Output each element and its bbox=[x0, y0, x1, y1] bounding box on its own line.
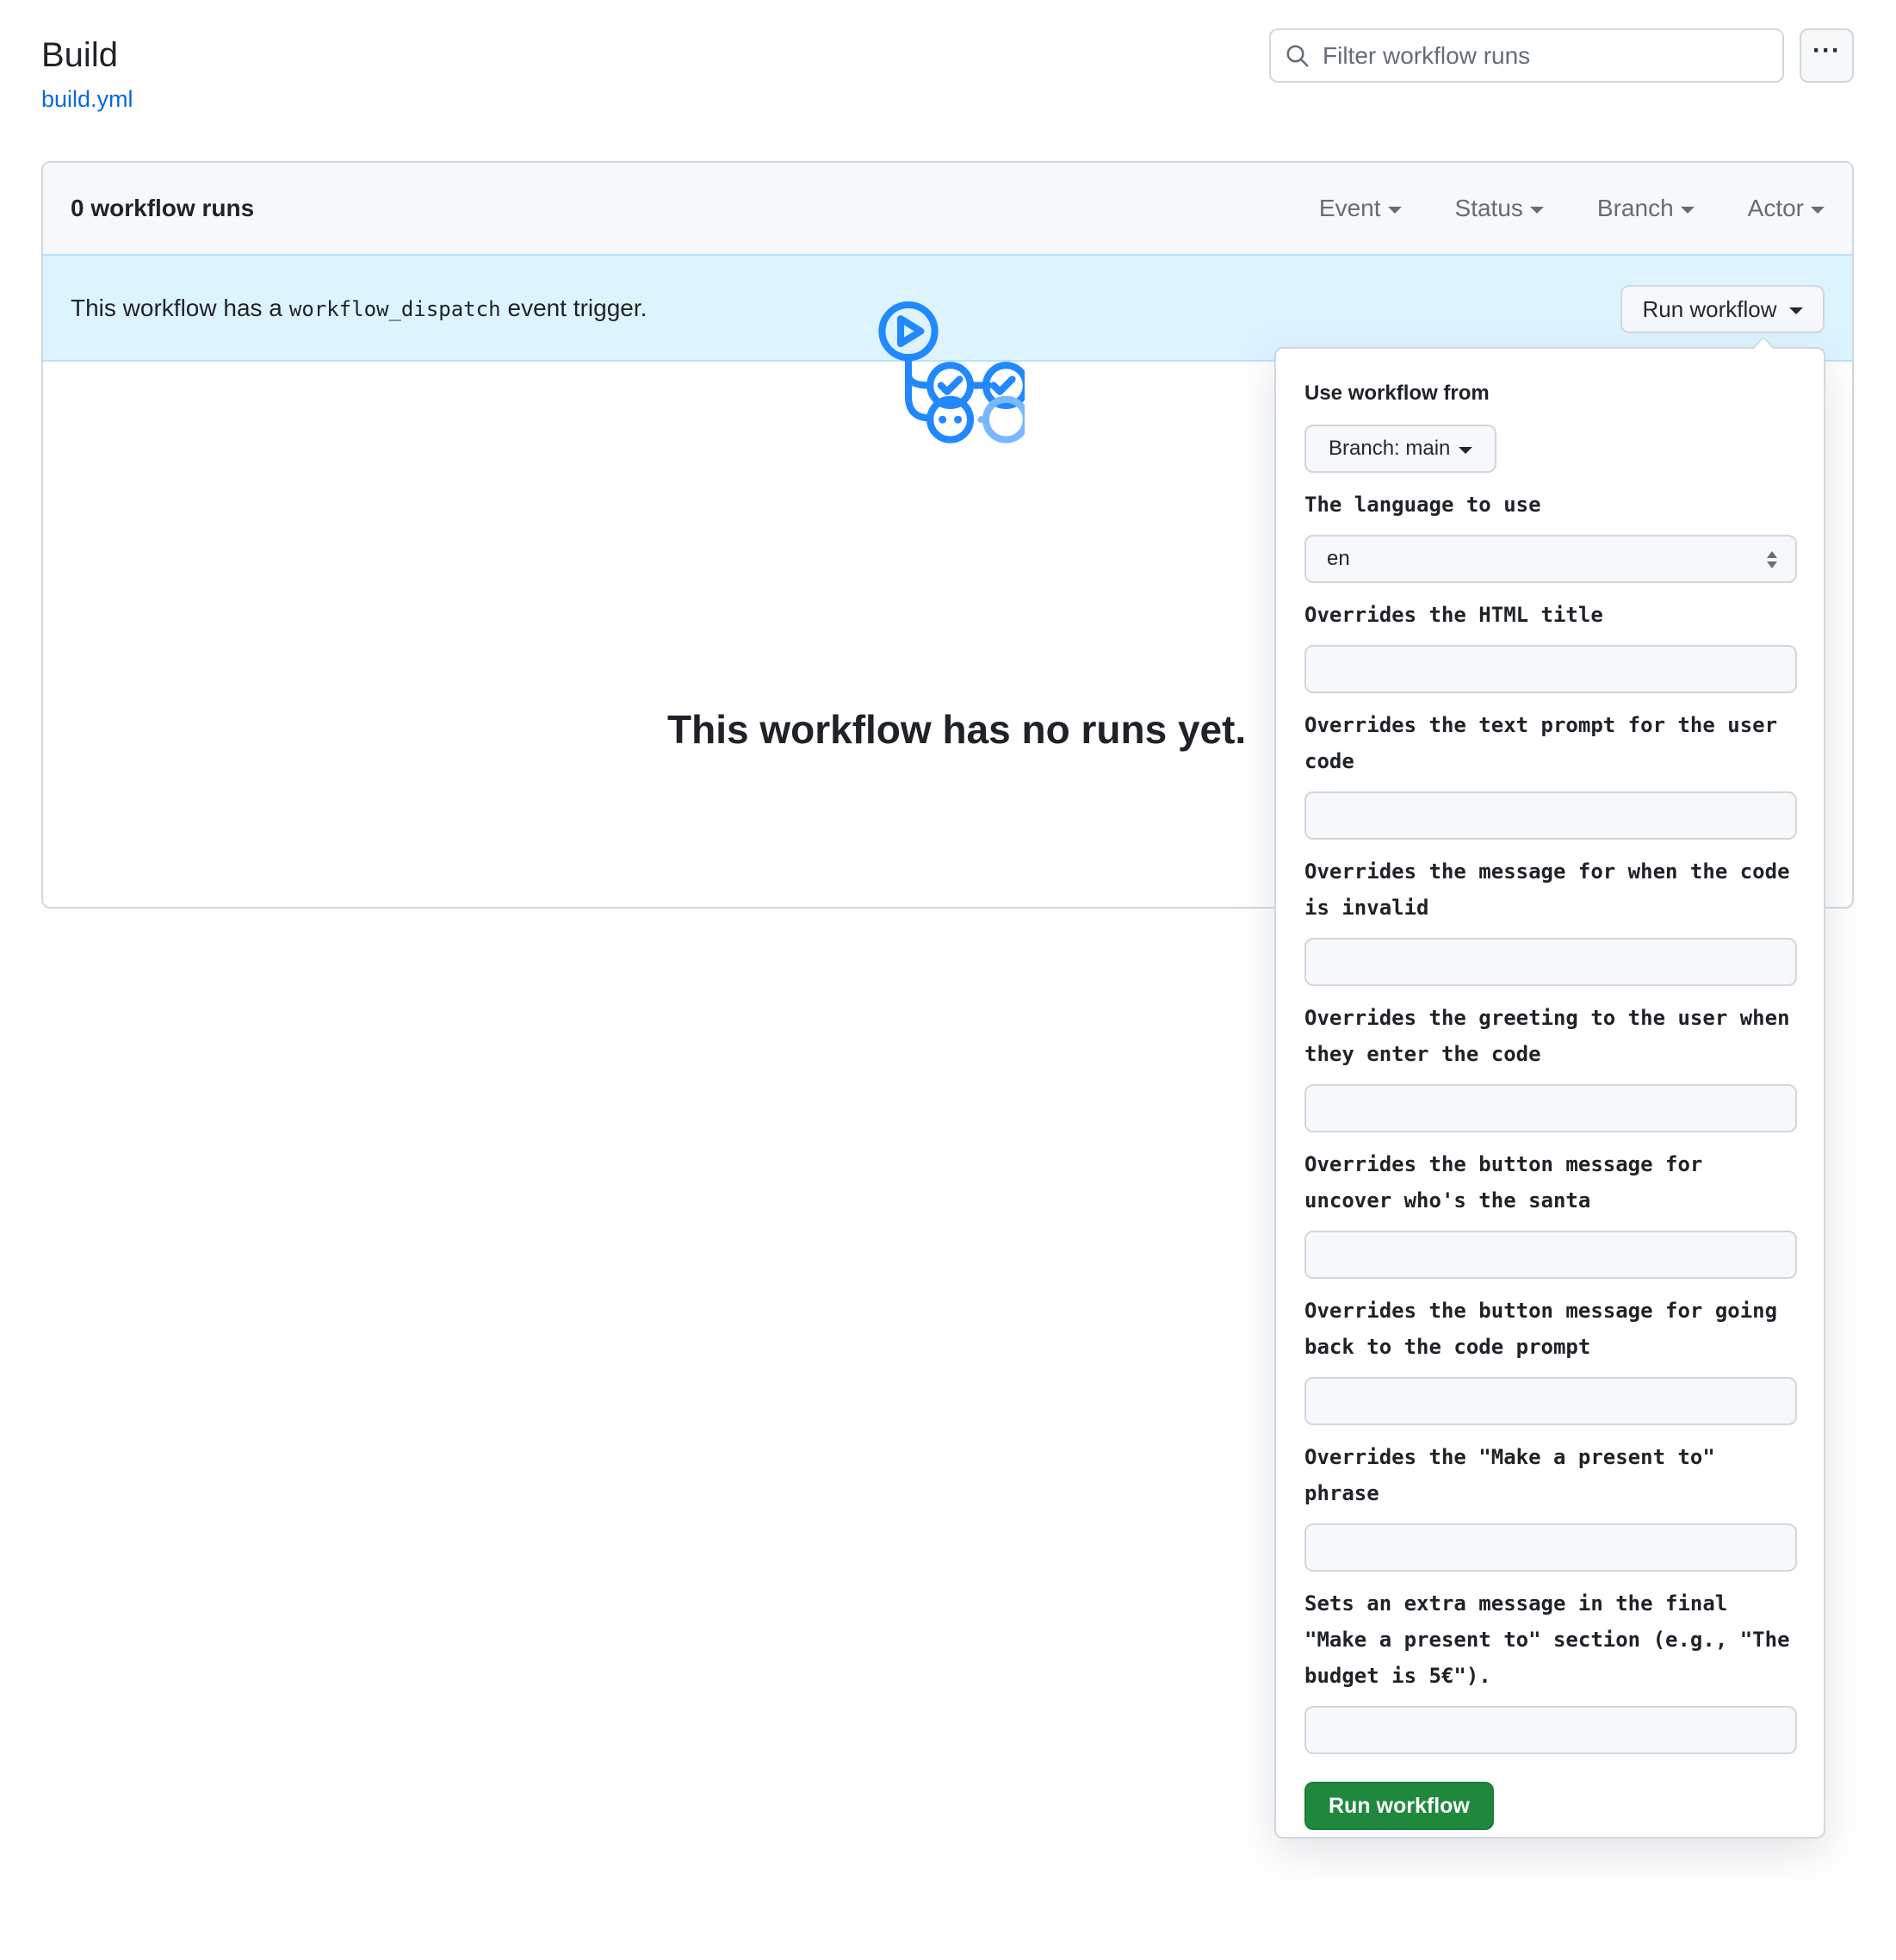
banner-code: workflow_dispatch bbox=[288, 296, 501, 321]
banner-text-before: This workflow has a bbox=[71, 294, 282, 321]
kebab-icon: ··· bbox=[1812, 35, 1841, 65]
filter-search-box[interactable] bbox=[1269, 28, 1784, 83]
filter-status-label: Status bbox=[1454, 195, 1523, 221]
select-arrows-icon bbox=[1767, 551, 1777, 568]
caret-down-icon bbox=[1529, 206, 1544, 214]
filter-event-label: Event bbox=[1318, 195, 1381, 221]
runs-header: 0 workflow runs Event Status Branch Acto… bbox=[43, 163, 1852, 256]
caret-down-icon bbox=[1459, 446, 1473, 454]
greeting-input[interactable] bbox=[1304, 1084, 1797, 1132]
caret-down-icon bbox=[1788, 307, 1803, 314]
field-label-invalid-message: Overrides the message for when the code … bbox=[1304, 859, 1790, 920]
search-icon bbox=[1286, 45, 1309, 66]
filter-event[interactable]: Event bbox=[1319, 195, 1402, 222]
field-label-extra-message: Sets an extra message in the final "Make… bbox=[1304, 1591, 1790, 1688]
workflow-file-link[interactable]: build.yml bbox=[41, 86, 133, 113]
language-select-value: en bbox=[1327, 547, 1350, 570]
filter-branch-label: Branch bbox=[1596, 195, 1674, 221]
field-label-text-prompt: Overrides the text prompt for the user c… bbox=[1304, 713, 1778, 773]
filter-actor-label: Actor bbox=[1747, 195, 1804, 221]
caret-down-icon bbox=[1811, 206, 1825, 214]
banner-text: This workflow has a workflow_dispatch even… bbox=[71, 295, 647, 322]
run-workflow-panel: Use workflow from Branch: main The langu… bbox=[1274, 337, 1825, 1839]
banner-text-after: event trigger. bbox=[507, 294, 647, 321]
field-label-greeting: Overrides the greeting to the user when … bbox=[1304, 1006, 1790, 1066]
caret-down-icon bbox=[1387, 206, 1402, 214]
filter-actor[interactable]: Actor bbox=[1748, 195, 1825, 222]
use-workflow-from-label: Use workflow from bbox=[1304, 381, 1490, 405]
page-title: Build bbox=[41, 36, 118, 74]
language-select[interactable]: en bbox=[1304, 535, 1797, 583]
field-label-present-phrase: Overrides the "Make a present to" phrase bbox=[1304, 1445, 1715, 1505]
text-prompt-input[interactable] bbox=[1304, 791, 1797, 840]
workflow-icon bbox=[878, 301, 1025, 443]
extra-message-input[interactable] bbox=[1304, 1706, 1797, 1754]
filter-branch[interactable]: Branch bbox=[1597, 195, 1695, 222]
branch-select-button[interactable]: Branch: main bbox=[1304, 425, 1497, 473]
field-label-uncover-button: Overrides the button message for uncover… bbox=[1304, 1152, 1703, 1213]
branch-select-label: Branch: main bbox=[1329, 437, 1451, 460]
invalid-message-input[interactable] bbox=[1304, 938, 1797, 986]
run-workflow-dropdown-button[interactable]: Run workflow bbox=[1620, 285, 1825, 333]
panel-arrow bbox=[1751, 337, 1775, 350]
run-workflow-submit-button[interactable]: Run workflow bbox=[1304, 1782, 1494, 1830]
caret-down-icon bbox=[1680, 206, 1695, 214]
field-label-back-button: Overrides the button message for going b… bbox=[1304, 1299, 1778, 1359]
language-label: The language to use bbox=[1304, 493, 1541, 517]
runs-count: 0 workflow runs bbox=[71, 195, 255, 221]
field-label-html-title: Overrides the HTML title bbox=[1304, 603, 1603, 627]
html-title-input[interactable] bbox=[1304, 645, 1797, 693]
more-options-button[interactable]: ··· bbox=[1800, 28, 1854, 83]
filter-status[interactable]: Status bbox=[1455, 195, 1544, 222]
uncover-button-input[interactable] bbox=[1304, 1231, 1797, 1279]
present-phrase-input[interactable] bbox=[1304, 1523, 1797, 1572]
back-button-input[interactable] bbox=[1304, 1377, 1797, 1425]
filter-workflow-runs-input[interactable] bbox=[1323, 41, 1770, 70]
run-filters: Event Status Branch Actor bbox=[1319, 195, 1825, 222]
run-workflow-label: Run workflow bbox=[1642, 295, 1777, 322]
